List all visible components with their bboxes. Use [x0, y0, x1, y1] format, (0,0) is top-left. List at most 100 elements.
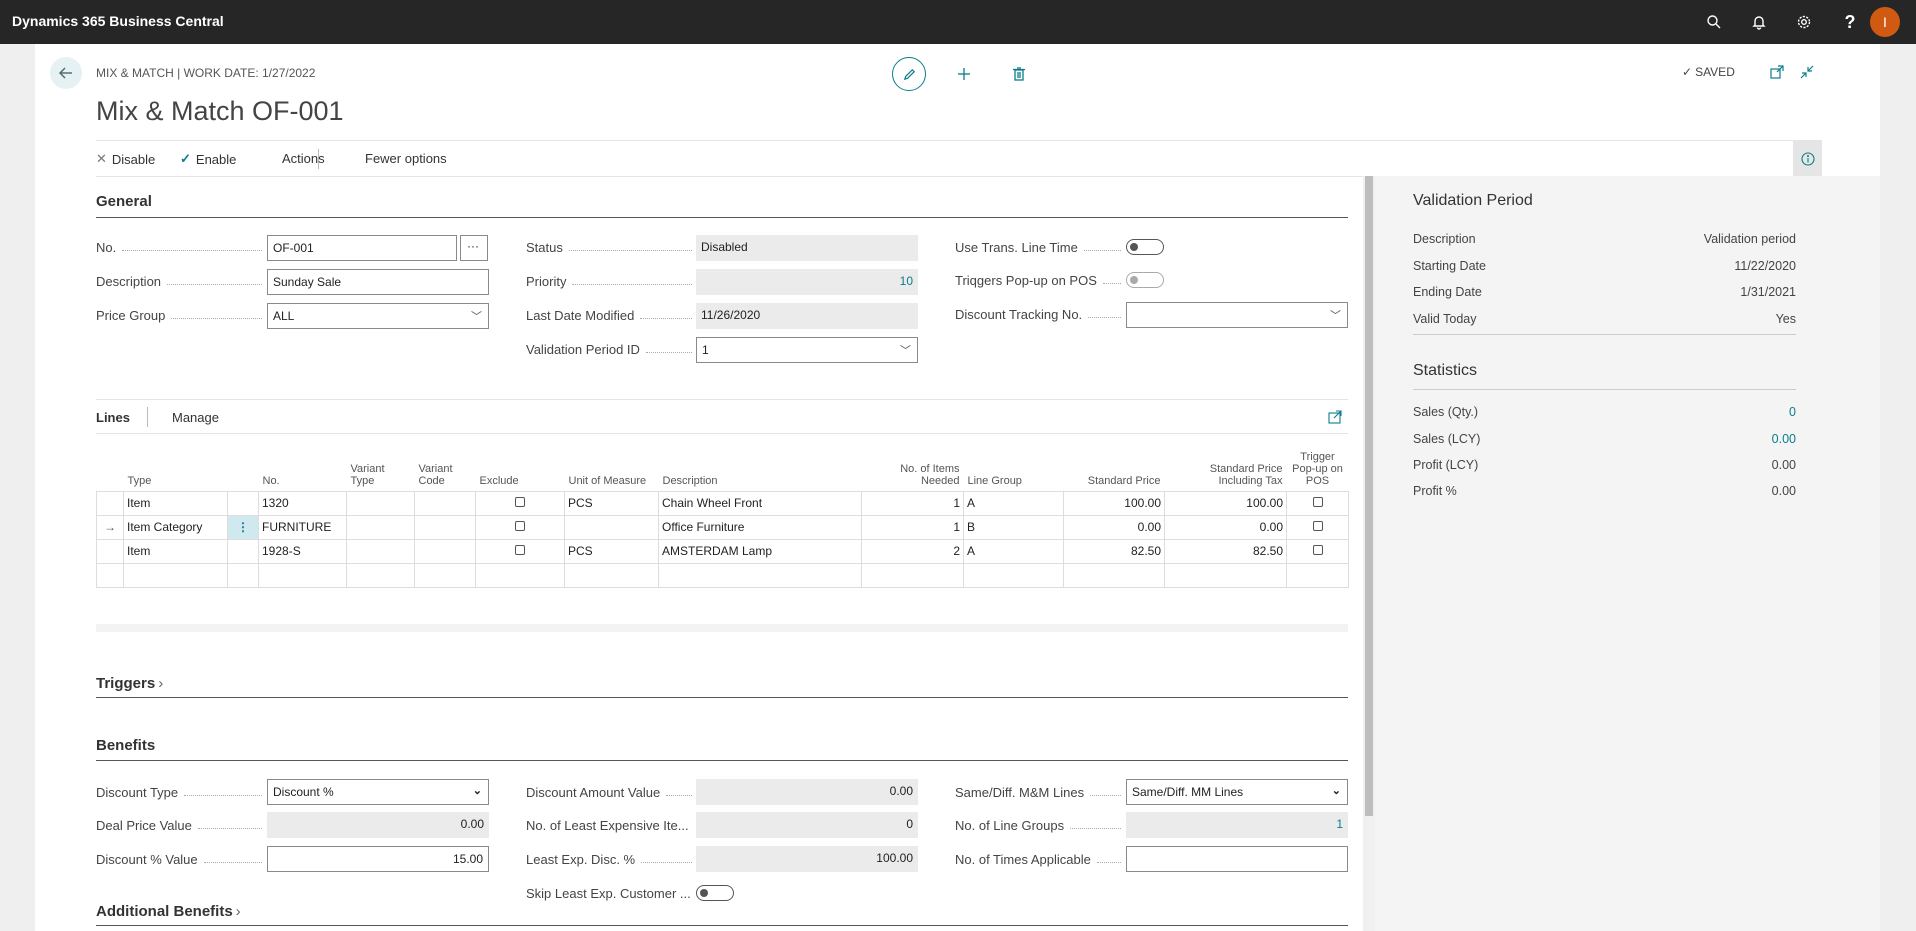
exclude-checkbox[interactable] — [515, 545, 525, 555]
line-group-cell[interactable]: A — [963, 490, 1064, 516]
discount-amount-label: Discount Amount Value — [526, 785, 696, 800]
table-row-empty[interactable] — [96, 562, 1349, 588]
no-cell[interactable]: 1320 — [258, 490, 347, 516]
standard-price-tax-cell[interactable]: 0.00 — [1164, 514, 1287, 540]
discount-type-select[interactable]: Discount % ⌄ — [267, 779, 489, 805]
uom-cell[interactable]: PCS — [564, 490, 659, 516]
line-group-cell[interactable]: B — [963, 514, 1064, 540]
times-applicable-field[interactable] — [1126, 846, 1348, 872]
column-header[interactable]: Trigger Pop-up on POS — [1287, 439, 1349, 491]
variant-code-cell[interactable] — [414, 490, 476, 516]
column-header[interactable]: Variant Code — [415, 439, 476, 491]
no-field[interactable]: OF-001 — [267, 235, 457, 261]
use-trans-line-time-toggle[interactable] — [1126, 239, 1164, 255]
type-cell[interactable]: Item — [123, 490, 228, 516]
lookup-button[interactable]: ··· — [460, 235, 488, 261]
skip-least-exp-toggle[interactable] — [696, 885, 734, 901]
column-header[interactable]: Standard Price — [1064, 439, 1165, 491]
trigger-popup-cell[interactable] — [1286, 514, 1349, 540]
no-cell[interactable]: 1928-S — [258, 538, 347, 564]
tab-lines[interactable]: Lines — [96, 410, 130, 425]
discount-pct-field[interactable]: 15.00 — [267, 846, 489, 872]
items-needed-cell[interactable]: 2 — [861, 538, 964, 564]
uom-cell[interactable] — [564, 514, 659, 540]
discount-tracking-select[interactable]: ﹀ — [1126, 302, 1348, 328]
table-row[interactable]: → Item Category ⋮ FURNITURE Office Furni… — [96, 514, 1349, 540]
column-header[interactable]: Standard Price Including Tax — [1165, 439, 1287, 491]
standard-price-cell[interactable]: 82.50 — [1063, 538, 1165, 564]
bell-icon[interactable] — [1748, 11, 1770, 33]
trigger-popup-checkbox[interactable] — [1312, 497, 1323, 507]
open-in-excel-icon[interactable] — [1328, 410, 1342, 427]
variant-type-cell[interactable] — [346, 490, 415, 516]
uom-cell[interactable]: PCS — [564, 538, 659, 564]
exclude-cell[interactable] — [475, 538, 565, 564]
variant-code-cell[interactable] — [414, 514, 476, 540]
additional-benefits-header[interactable]: Additional Benefits › — [96, 903, 241, 920]
variant-type-cell[interactable] — [346, 514, 415, 540]
items-needed-cell[interactable]: 1 — [861, 490, 964, 516]
exclude-checkbox[interactable] — [515, 521, 525, 531]
table-row[interactable]: Item 1320 PCS Chain Wheel Front 1 A 100.… — [96, 490, 1349, 516]
standard-price-tax-cell[interactable]: 82.50 — [1164, 538, 1287, 564]
description-cell[interactable]: AMSTERDAM Lamp — [658, 538, 862, 564]
delete-button[interactable] — [1007, 62, 1031, 86]
help-icon[interactable]: ? — [1839, 11, 1861, 33]
type-cell[interactable]: Item Category — [123, 514, 228, 540]
items-needed-cell[interactable]: 1 — [861, 514, 964, 540]
standard-price-cell[interactable]: 100.00 — [1063, 490, 1165, 516]
more-options-icon[interactable]: ⋮ — [227, 514, 259, 540]
fewer-options-button[interactable]: Fewer options — [365, 151, 447, 166]
validation-period-id-value: 1 — [702, 343, 709, 357]
description-cell[interactable]: Chain Wheel Front — [658, 490, 862, 516]
same-diff-lines-select[interactable]: Same/Diff. MM Lines ⌄ — [1126, 779, 1348, 805]
trigger-popup-checkbox[interactable] — [1312, 545, 1323, 555]
back-button[interactable] — [50, 57, 82, 89]
type-cell[interactable]: Item — [123, 538, 228, 564]
validation-period-id-select[interactable]: 1 ﹀ — [696, 337, 918, 363]
open-new-window-icon[interactable] — [1765, 60, 1789, 84]
avatar[interactable]: I — [1870, 7, 1900, 37]
line-group-cell[interactable]: A — [963, 538, 1064, 564]
standard-price-cell[interactable]: 0.00 — [1063, 514, 1165, 540]
exclude-checkbox[interactable] — [515, 497, 525, 507]
search-icon[interactable] — [1703, 11, 1725, 33]
gear-icon[interactable] — [1793, 11, 1815, 33]
column-header[interactable]: No. — [259, 439, 347, 491]
variant-type-cell[interactable] — [346, 538, 415, 564]
row-indicator — [96, 538, 124, 564]
column-header[interactable]: No. of Items Needed — [862, 439, 964, 491]
trigger-popup-checkbox[interactable] — [1312, 521, 1323, 531]
table-row[interactable]: Item 1928-S PCS AMSTERDAM Lamp 2 A 82.50… — [96, 538, 1349, 564]
statistics-title[interactable]: Statistics — [1413, 362, 1477, 380]
standard-price-tax-cell[interactable]: 100.00 — [1164, 490, 1287, 516]
add-button[interactable] — [952, 62, 976, 86]
validation-period-title[interactable]: Validation Period — [1413, 192, 1533, 210]
description-cell[interactable]: Office Furniture — [658, 514, 862, 540]
trigger-popup-cell[interactable] — [1286, 538, 1349, 564]
column-header[interactable]: Line Group — [964, 439, 1064, 491]
column-header[interactable]: Description — [659, 439, 862, 491]
enable-action[interactable]: ✓ Enable — [180, 151, 236, 167]
info-icon[interactable] — [1793, 141, 1822, 177]
column-header[interactable]: Type — [124, 439, 228, 491]
column-header[interactable]: Variant Type — [347, 439, 415, 491]
exclude-cell[interactable] — [475, 514, 565, 540]
price-group-select[interactable]: ALL ﹀ — [267, 303, 489, 329]
exclude-cell[interactable] — [475, 490, 565, 516]
actions-menu[interactable]: Actions — [282, 151, 325, 166]
enable-label: Enable — [195, 151, 237, 167]
factbox-row: Profit (LCY) 0.00 — [1413, 458, 1796, 472]
disable-action[interactable]: ✕ Disable — [96, 151, 155, 167]
trigger-popup-cell[interactable] — [1286, 490, 1349, 516]
variant-code-cell[interactable] — [414, 538, 476, 564]
column-header[interactable]: Exclude — [476, 439, 565, 491]
description-field[interactable]: Sunday Sale — [267, 269, 489, 295]
no-cell[interactable]: FURNITURE — [258, 514, 347, 540]
column-header[interactable]: Unit of Measure — [565, 439, 659, 491]
scrollbar-thumb[interactable] — [1365, 176, 1373, 816]
collapse-icon[interactable] — [1795, 60, 1819, 84]
triggers-section-header[interactable]: Triggers › — [96, 675, 163, 692]
tab-manage[interactable]: Manage — [172, 410, 219, 425]
edit-button[interactable] — [892, 57, 926, 91]
